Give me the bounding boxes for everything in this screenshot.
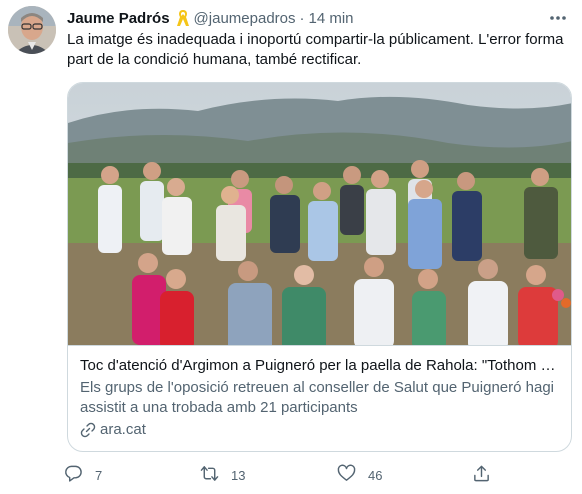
card-domain-text: ara.cat xyxy=(100,421,146,438)
retweet-count: 13 xyxy=(231,467,246,483)
like-button[interactable]: 46 xyxy=(337,462,382,488)
reply-count: 7 xyxy=(95,467,103,483)
card-body: Toc d'atenció d'Argimon a Puigneró per l… xyxy=(68,345,571,451)
yellow-ribbon-icon xyxy=(176,9,190,27)
share-icon xyxy=(472,464,491,486)
author-name[interactable]: Jaume Padrós xyxy=(67,10,170,27)
author-handle[interactable]: @jaumepadros xyxy=(194,10,296,27)
like-count: 46 xyxy=(368,467,383,483)
more-icon[interactable] xyxy=(546,8,570,28)
link-card[interactable]: Toc d'atenció d'Argimon a Puigneró per l… xyxy=(67,82,572,452)
action-bar: 7 13 46 xyxy=(64,462,504,488)
card-domain: ara.cat xyxy=(80,420,561,440)
tweet[interactable]: Jaume Padrós @jaumepadros · 14 min La im… xyxy=(0,0,582,494)
card-image xyxy=(68,83,571,353)
card-title: Toc d'atenció d'Argimon a Puigneró per l… xyxy=(80,357,561,374)
timestamp[interactable]: 14 min xyxy=(309,10,354,27)
retweet-button[interactable]: 13 xyxy=(200,462,245,488)
reply-button[interactable]: 7 xyxy=(64,462,102,488)
reply-icon xyxy=(64,464,83,486)
avatar[interactable] xyxy=(8,6,56,54)
tweet-header: Jaume Padrós @jaumepadros · 14 min xyxy=(67,8,354,28)
link-icon xyxy=(80,422,96,438)
separator: · xyxy=(299,9,305,27)
share-button[interactable] xyxy=(472,462,491,488)
card-description: Els grups de l'oposició retreuen al cons… xyxy=(80,379,554,416)
retweet-icon xyxy=(200,464,219,486)
like-icon xyxy=(337,464,356,486)
tweet-text: La imatge és inadequada i inoportú compa… xyxy=(67,31,564,68)
